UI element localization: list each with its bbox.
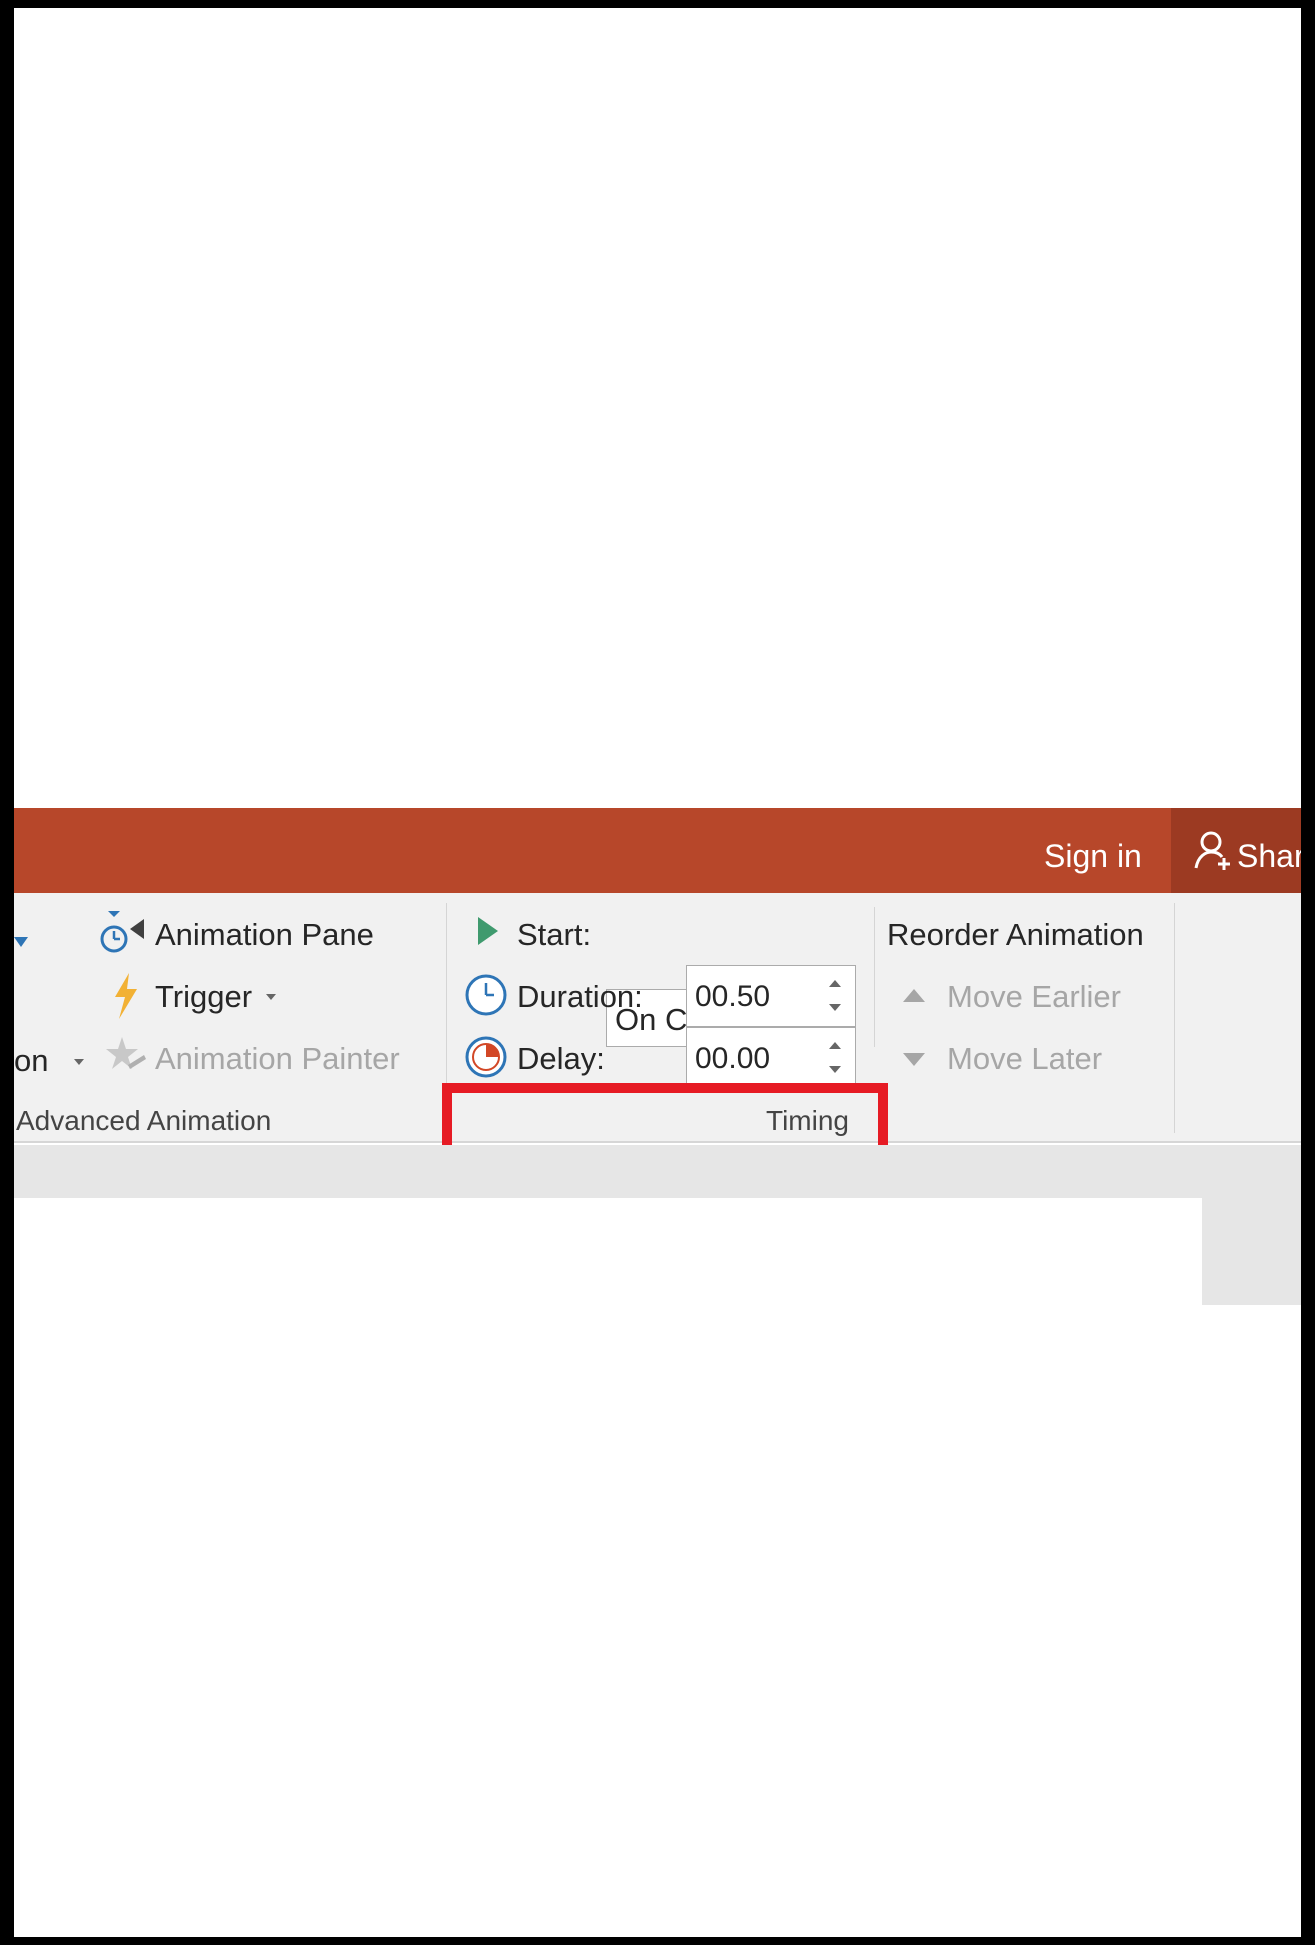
group-separator	[1174, 903, 1175, 1133]
powerpoint-window-crop: Sign in Shar Animation Pane Trigger on A…	[14, 808, 1301, 1305]
animation-painter-icon	[106, 1037, 146, 1069]
delay-clock-icon	[465, 1036, 507, 1078]
duration-spinner[interactable]: 00.50	[686, 965, 856, 1027]
animations-ribbon: Animation Pane Trigger on Animation Pain…	[14, 893, 1301, 1208]
lightning-icon	[115, 973, 137, 1019]
slide-canvas[interactable]	[14, 1198, 1202, 1305]
slide-workarea	[14, 1145, 1301, 1305]
add-animation-button-partial[interactable]: on	[14, 1043, 48, 1079]
share-label: Shar	[1237, 838, 1301, 874]
add-animation-arrow-icon	[14, 937, 28, 947]
arrow-up-icon	[903, 989, 925, 1002]
title-bar: Sign in Shar	[14, 808, 1301, 893]
spin-down-icon[interactable]	[829, 1004, 841, 1011]
move-earlier-button[interactable]: Move Earlier	[947, 979, 1121, 1015]
duration-clock-icon	[465, 974, 507, 1016]
animation-pane-button[interactable]: Animation Pane	[155, 917, 374, 953]
delay-value: 00.00	[695, 1042, 771, 1075]
reorder-animation-title: Reorder Animation	[887, 917, 1144, 952]
arrow-down-icon	[903, 1053, 925, 1066]
add-animation-caret-icon	[74, 1059, 84, 1065]
advanced-animation-group-label: Advanced Animation	[16, 1105, 272, 1136]
person-add-icon	[1194, 831, 1230, 870]
screenshot-frame: Sign in Shar Animation Pane Trigger on A…	[0, 0, 1315, 1945]
group-separator	[874, 907, 875, 1047]
spin-up-icon[interactable]	[829, 980, 841, 987]
delay-spinner[interactable]: 00.00	[686, 1027, 856, 1089]
duration-label: Duration:	[517, 979, 643, 1014]
share-button[interactable]: Shar	[1171, 808, 1301, 893]
sign-in-link[interactable]: Sign in	[1044, 838, 1142, 875]
spin-down-icon[interactable]	[829, 1066, 841, 1073]
move-later-button[interactable]: Move Later	[947, 1041, 1102, 1077]
start-play-icon	[478, 917, 498, 945]
trigger-button[interactable]: Trigger	[155, 979, 252, 1015]
delay-label: Delay:	[517, 1041, 605, 1076]
start-label: Start:	[517, 917, 592, 952]
trigger-caret-icon	[266, 994, 276, 1000]
spin-up-icon[interactable]	[829, 1042, 841, 1049]
duration-value: 00.50	[695, 980, 771, 1013]
animation-pane-icon[interactable]	[98, 909, 146, 955]
animation-painter-button[interactable]: Animation Painter	[155, 1041, 400, 1077]
